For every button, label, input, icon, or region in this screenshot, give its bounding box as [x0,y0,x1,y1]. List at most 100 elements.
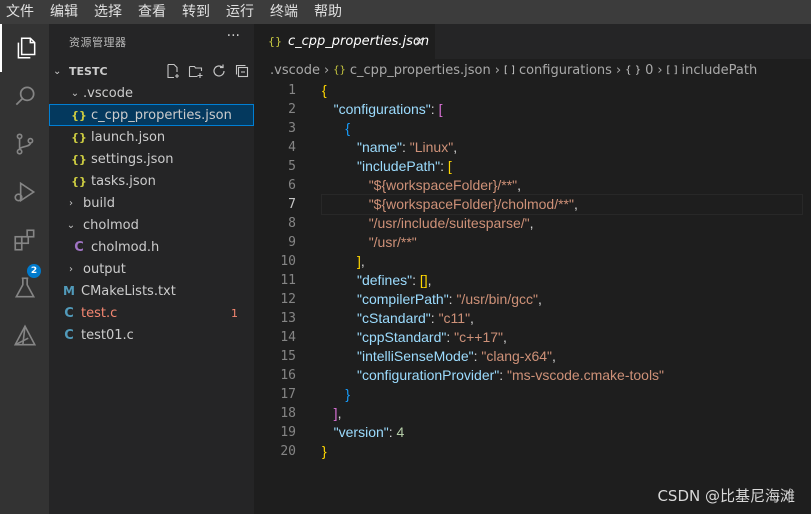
file-cmakelists[interactable]: M CMakeLists.txt [49,280,254,302]
tree-item-label: test01.c [81,327,134,343]
collapse-all-icon[interactable] [234,63,250,79]
new-file-icon[interactable] [165,63,181,79]
code-line: { [322,82,327,98]
json-file-icon: {} [333,64,346,76]
tree-item-label: settings.json [91,151,174,167]
testing-icon[interactable] [0,264,49,312]
tree-item-label: launch.json [91,129,166,145]
code-line: "configurationProvider": "ms-vscode.cmak… [357,367,665,383]
code-line: "${workspaceFolder}/**", [368,177,522,193]
file-launch-json[interactable]: {} launch.json [49,126,254,148]
file-settings-json[interactable]: {} settings.json [49,148,254,170]
line-number: 10 [280,254,296,269]
file-c-cpp-properties[interactable]: {} c_cpp_properties.json [49,104,254,126]
json-file-icon: {} [71,108,87,122]
file-cholmod-h[interactable]: C cholmod.h [49,236,254,258]
chevron-right-icon: › [69,197,73,209]
menu-help[interactable]: 帮助 [306,0,350,24]
line-number: 8 [288,216,296,231]
close-icon[interactable]: × [413,34,425,50]
code-line: "intelliSenseMode": "clang-x64", [357,348,556,364]
c-header-file-icon: C [74,239,84,255]
tab-c-cpp-properties[interactable]: {} c_cpp_properties.json × [254,24,435,59]
folder-cholmod[interactable]: ⌄ cholmod [49,214,254,236]
workspace-name: TESTC [69,64,108,78]
line-number: 3 [288,121,296,136]
folder-output[interactable]: › output [49,258,254,280]
menu-selection[interactable]: 选择 [86,0,130,24]
code-line: "cStandard": "c11", [357,310,474,326]
chevron-down-icon: ⌄ [70,87,80,99]
breadcrumb-item[interactable]: c_cpp_properties.json [350,63,491,78]
explorer-icon[interactable] [0,24,49,72]
watermark: CSDN @比基尼海滩 [657,487,795,505]
tree-item-label: cholmod [83,217,139,233]
chevron-right-icon: › [615,62,622,78]
chevron-right-icon: › [494,62,500,78]
code-line: ], [357,253,365,269]
chevron-right-icon: › [657,62,663,78]
run-debug-icon[interactable] [0,168,49,216]
workspace-section-header[interactable]: ⌄ TESTC [49,60,254,82]
line-number-active: 7 [288,197,296,212]
json-file-icon: {} [71,152,87,166]
line-number: 9 [288,235,296,250]
refresh-icon[interactable] [211,63,227,79]
tree-item-label: build [83,195,115,211]
sidebar-title: 资源管理器 [69,36,127,49]
new-folder-icon[interactable] [188,63,204,79]
c-file-icon: C [64,327,74,343]
array-icon: [ ] [503,64,515,76]
menu-file[interactable]: 文件 [0,0,42,24]
code-line: } [322,443,327,459]
code-line: ], [333,405,342,421]
breadcrumb-item[interactable]: includePath [682,63,758,78]
menu-go[interactable]: 转到 [174,0,218,24]
line-number: 20 [280,444,296,459]
chevron-right-icon: › [323,62,330,78]
menu-terminal[interactable]: 终端 [262,0,306,24]
chevron-down-icon: ⌄ [53,65,62,77]
more-actions-icon[interactable]: ··· [227,28,240,44]
cmake-icon[interactable] [0,312,49,360]
line-number-gutter: 1 2 3 4 5 6 7 8 9 10 11 12 13 14 15 16 1… [254,81,304,461]
breadcrumb-item[interactable]: .vscode [270,63,320,78]
menu-bar: 文件 编辑 选择 查看 转到 运行 终端 帮助 [0,0,811,24]
folder-vscode[interactable]: ⌄ .vscode [49,82,254,104]
line-number: 2 [288,102,296,117]
search-icon[interactable] [0,72,49,120]
line-number: 16 [280,368,296,383]
json-file-icon: {} [71,174,87,188]
code-line: "/usr/**" [368,234,417,250]
tree-item-label: tasks.json [91,173,156,189]
tab-label: c_cpp_properties.json [288,34,430,49]
tree-item-label: CMakeLists.txt [81,283,176,299]
code-editor[interactable]: { "configurations": [ { "name": "Linux",… [321,81,803,461]
editor-tab-bar: {} c_cpp_properties.json × [254,24,811,59]
source-control-icon[interactable] [0,120,49,168]
tree-item-label: .vscode [83,85,133,101]
folder-build[interactable]: › build [49,192,254,214]
line-number: 12 [280,292,296,307]
code-line: "includePath": [ [357,158,452,174]
error-count-badge: 1 [231,306,238,320]
line-number: 15 [280,349,296,364]
code-line: "configurations": [ [333,101,443,117]
code-line: "compilerPath": "/usr/bin/gcc", [357,291,542,307]
breadcrumb-item[interactable]: 0 [645,63,653,78]
line-number: 19 [280,425,296,440]
line-number: 4 [288,140,296,155]
line-number: 18 [280,406,296,421]
json-file-icon: {} [268,35,282,48]
code-line: { [345,120,351,136]
menu-edit[interactable]: 编辑 [42,0,86,24]
menu-run[interactable]: 运行 [218,0,262,24]
extensions-icon[interactable] [0,216,49,264]
line-number: 17 [280,387,296,402]
file-tasks-json[interactable]: {} tasks.json [49,170,254,192]
menu-view[interactable]: 查看 [130,0,174,24]
breadcrumb: .vscode › {} c_cpp_properties.json › [ ]… [254,59,811,81]
file-test-c[interactable]: C test.c 1 [49,302,254,324]
breadcrumb-item[interactable]: configurations [519,63,612,78]
file-test01-c[interactable]: C test01.c [49,324,254,346]
